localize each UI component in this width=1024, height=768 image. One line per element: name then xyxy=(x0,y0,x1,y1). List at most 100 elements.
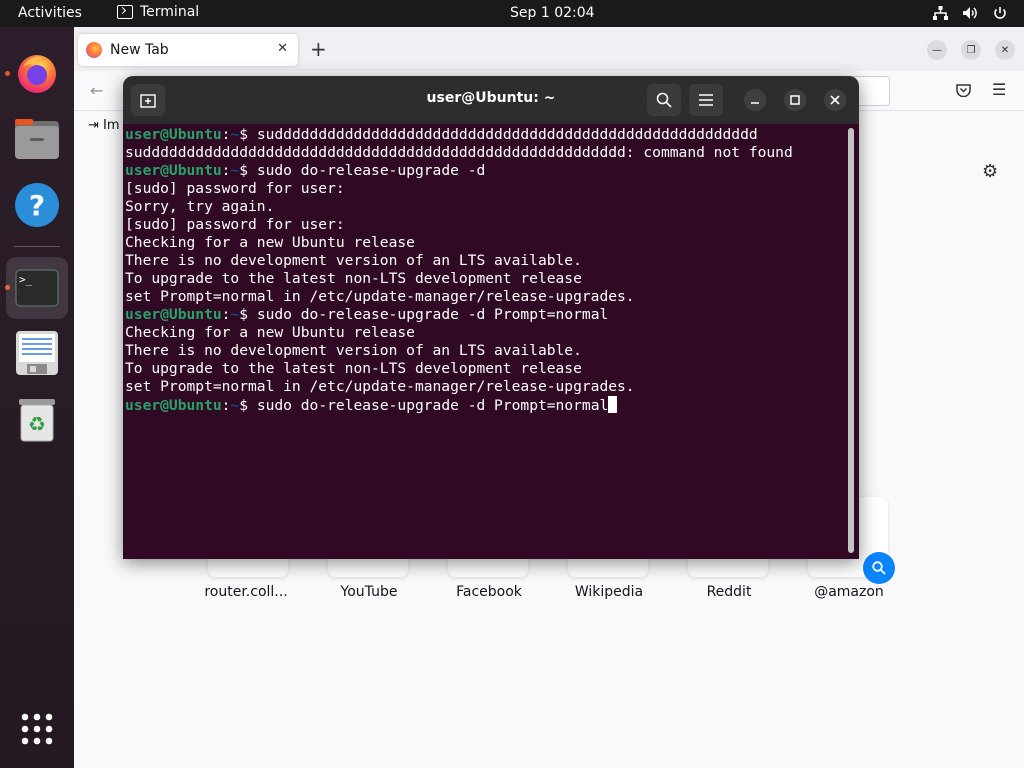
svg-text:♻: ♻ xyxy=(28,412,46,436)
command-text: sudo do-release-upgrade -d Prompt=normal xyxy=(256,306,609,323)
terminal-output-line: To upgrade to the latest non-LTS develop… xyxy=(125,360,849,378)
close-icon xyxy=(830,95,840,105)
dock-item-show-apps[interactable] xyxy=(9,701,65,757)
search-icon xyxy=(656,92,672,108)
terminal-output-line: Checking for a new Ubuntu release xyxy=(125,324,849,342)
dock-item-text-editor[interactable] xyxy=(9,325,65,381)
command-text: sudo do-release-upgrade -d xyxy=(256,162,486,179)
terminal-command-line: user@Ubuntu:~$ suddddddddddddddddddddddd… xyxy=(125,126,849,144)
maximize-icon xyxy=(790,95,800,105)
app-menu[interactable]: Terminal xyxy=(117,4,199,20)
output-text: Sorry, try again. xyxy=(125,198,275,215)
terminal-output-line: set Prompt=normal in /etc/update-manager… xyxy=(125,378,849,396)
prompt-dollar: $ xyxy=(239,397,257,414)
firefox-icon xyxy=(18,55,56,93)
output-text: There is no development version of an LT… xyxy=(125,342,582,359)
shortcut-label[interactable]: YouTube xyxy=(309,584,429,600)
output-text: [sudo] password for user: xyxy=(125,180,345,197)
search-icon xyxy=(872,561,886,575)
dock-item-firefox[interactable] xyxy=(9,45,65,101)
close-icon[interactable]: ✕ xyxy=(995,40,1015,60)
prompt-user: user@Ubuntu xyxy=(125,162,222,179)
back-arrow-icon[interactable]: ← xyxy=(90,81,103,100)
svg-text:>_: >_ xyxy=(19,273,33,286)
restore-icon[interactable]: ❐ xyxy=(961,40,981,60)
maximize-button[interactable] xyxy=(784,89,806,111)
gear-icon[interactable]: ⚙ xyxy=(982,161,998,182)
firefox-favicon-icon xyxy=(86,42,102,58)
command-text: sudddddddddddddddddddddddddddddddddddddd… xyxy=(256,126,758,143)
terminal-command-line: user@Ubuntu:~$ sudo do-release-upgrade -… xyxy=(125,396,849,414)
dock: ? >_ ♻ xyxy=(0,27,74,768)
close-button[interactable] xyxy=(824,89,846,111)
shortcut-label[interactable]: Wikipedia xyxy=(549,584,669,600)
prompt-user: user@Ubuntu xyxy=(125,397,222,414)
power-icon[interactable] xyxy=(992,5,1008,21)
pocket-icon[interactable] xyxy=(956,83,971,101)
svg-text:?: ? xyxy=(29,189,45,222)
terminal-output-line: [sudo] password for user: xyxy=(125,216,849,234)
clock[interactable]: Sep 1 02:04 xyxy=(510,5,595,21)
output-text: [sudo] password for user: xyxy=(125,216,345,233)
terminal-output-line: [sudo] password for user: xyxy=(125,180,849,198)
output-text: Checking for a new Ubuntu release xyxy=(125,234,415,251)
import-bookmarks-link[interactable]: ⇥ Im xyxy=(88,118,120,133)
prompt-path: ~ xyxy=(230,162,240,179)
shortcut-label[interactable]: Facebook xyxy=(429,584,549,600)
terminal-output-line: set Prompt=normal in /etc/update-manager… xyxy=(125,288,849,306)
network-icon[interactable] xyxy=(932,5,948,21)
minimize-icon xyxy=(751,102,759,104)
prompt-dollar: $ xyxy=(239,126,257,143)
terminal-command-line: user@Ubuntu:~$ sudo do-release-upgrade -… xyxy=(125,306,849,324)
minimize-button[interactable] xyxy=(744,89,766,111)
terminal-output-line: Sorry, try again. xyxy=(125,198,849,216)
search-button[interactable] xyxy=(647,84,681,116)
tab-close-icon[interactable]: ✕ xyxy=(277,41,288,56)
text-editor-icon xyxy=(16,331,58,375)
system-tray[interactable] xyxy=(932,5,1008,21)
prompt-path: ~ xyxy=(230,306,240,323)
dock-item-help[interactable]: ? xyxy=(9,177,65,233)
activities-button[interactable]: Activities xyxy=(18,5,82,21)
prompt-dollar: $ xyxy=(239,162,257,179)
terminal-icon xyxy=(117,5,133,19)
import-bookmarks-label: Im xyxy=(103,118,120,133)
output-text: To upgrade to the latest non-LTS develop… xyxy=(125,360,582,377)
dock-item-trash[interactable]: ♻ xyxy=(9,391,65,447)
terminal-output: user@Ubuntu:~$ suddddddddddddddddddddddd… xyxy=(125,126,849,414)
hamburger-menu-icon[interactable]: ☰ xyxy=(992,80,1006,99)
volume-icon[interactable] xyxy=(962,5,978,21)
output-text: sudddddddddddddddddddddddddddddddddddddd… xyxy=(125,144,793,161)
terminal-scrollbar[interactable] xyxy=(848,128,854,553)
terminal-output-line: sudddddddddddddddddddddddddddddddddddddd… xyxy=(125,144,849,162)
dock-item-files[interactable] xyxy=(9,111,65,167)
output-text: set Prompt=normal in /etc/update-manager… xyxy=(125,378,635,395)
dock-item-terminal[interactable]: >_ xyxy=(6,257,68,319)
minimize-icon[interactable]: — xyxy=(927,40,947,60)
output-text: Checking for a new Ubuntu release xyxy=(125,324,415,341)
terminal-header-bar[interactable]: user@Ubuntu: ~ xyxy=(123,76,859,124)
app-grid-icon xyxy=(21,713,53,745)
shortcut-label[interactable]: Reddit xyxy=(669,584,789,600)
menu-button[interactable] xyxy=(689,84,723,116)
output-text: set Prompt=normal in /etc/update-manager… xyxy=(125,288,635,305)
tab-title: New Tab xyxy=(110,42,169,58)
terminal-command-line: user@Ubuntu:~$ sudo do-release-upgrade -… xyxy=(125,162,849,180)
prompt-user: user@Ubuntu xyxy=(125,306,222,323)
dock-separator xyxy=(14,246,60,247)
terminal-window: user@Ubuntu: ~ user@Ubuntu:~$ sudddddddd… xyxy=(123,76,859,559)
terminal-output-line: There is no development version of an LT… xyxy=(125,252,849,270)
terminal-output-line: There is no development version of an LT… xyxy=(125,342,849,360)
terminal-output-line: To upgrade to the latest non-LTS develop… xyxy=(125,270,849,288)
new-tab-button[interactable]: + xyxy=(310,39,327,59)
text-cursor xyxy=(608,396,618,413)
prompt-path: ~ xyxy=(230,126,240,143)
tab-new-tab[interactable]: New Tab ✕ xyxy=(78,34,298,66)
shortcut-label[interactable]: router.coll... xyxy=(186,584,306,600)
terminal-content-area[interactable]: user@Ubuntu:~$ suddddddddddddddddddddddd… xyxy=(123,124,859,559)
top-bar: Activities Terminal Sep 1 02:04 xyxy=(0,0,1024,27)
search-shortcut-button[interactable] xyxy=(863,552,895,584)
shortcut-label[interactable]: @amazon xyxy=(789,584,909,600)
trash-icon: ♻ xyxy=(19,399,55,442)
help-icon: ? xyxy=(15,183,59,227)
